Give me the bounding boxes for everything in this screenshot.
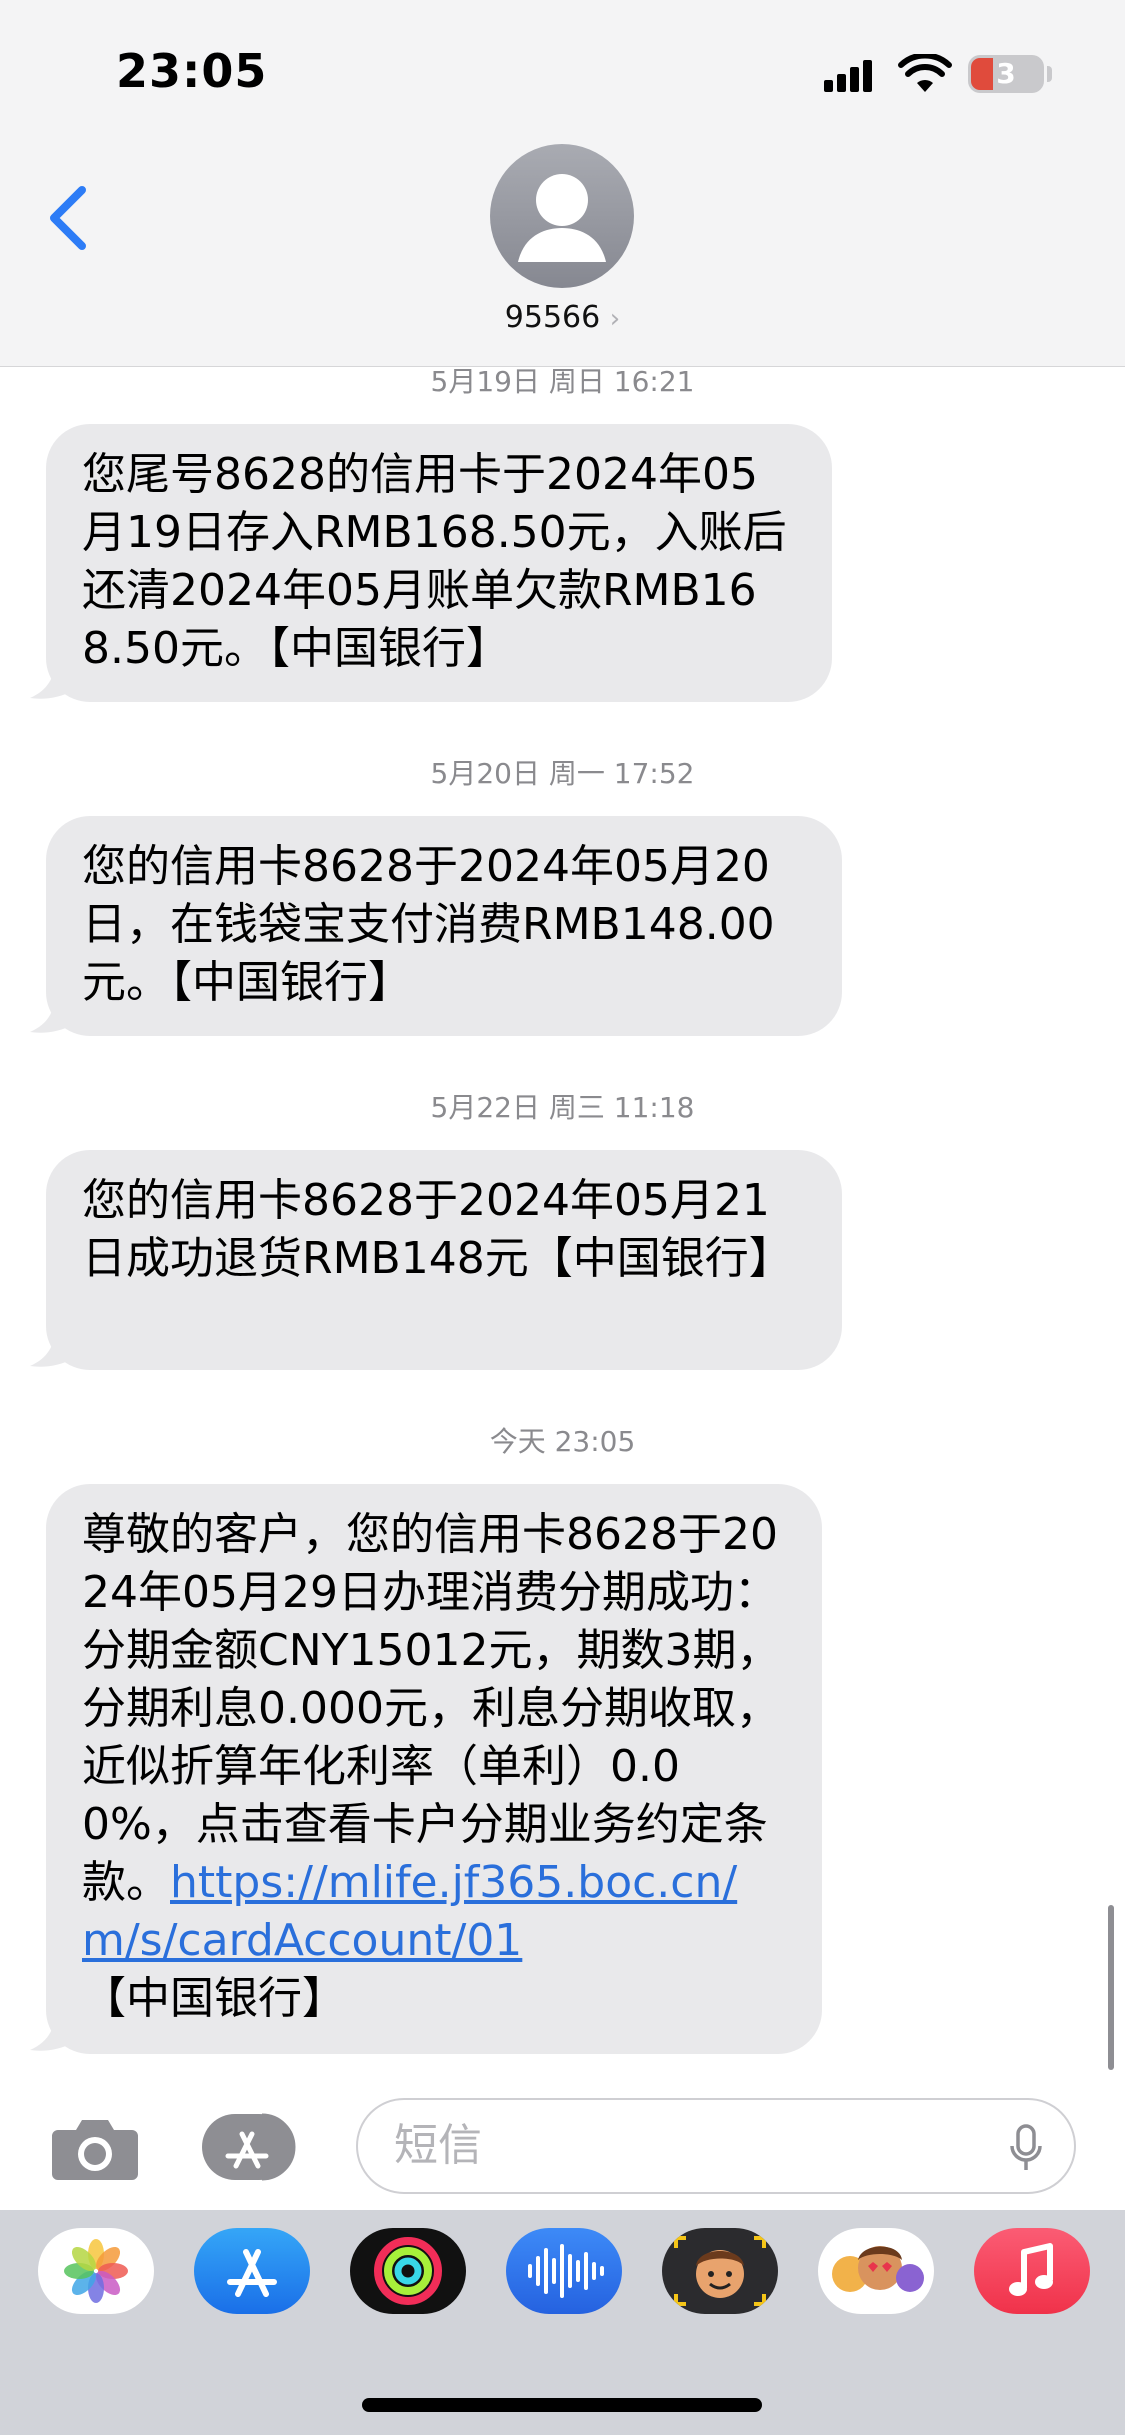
app-store-apps-icon[interactable]: [200, 2112, 306, 2182]
message-text: 您尾号8628的信用卡于2024年05月19日存入RMB168.50元，入账后还…: [82, 449, 787, 674]
person-icon: [518, 174, 606, 262]
conversation-header: 23:05 3 95566 ›: [0, 0, 1125, 367]
timestamp-time: 23:05: [554, 1425, 636, 1458]
home-indicator[interactable]: [362, 2398, 762, 2412]
fitness-icon[interactable]: [350, 2228, 466, 2314]
status-time: 23:05: [116, 44, 268, 98]
microphone-icon[interactable]: [1008, 2124, 1044, 2172]
battery-level: 3: [996, 57, 1016, 90]
message-text: 尊敬的客户，您的信用卡8628于2024年05月29日办理消费分期成功：分期金额…: [82, 1509, 781, 1908]
message-bubble[interactable]: 您的信用卡8628于2024年05月21日成功退货RMB148元【中国银行】: [46, 1150, 842, 1370]
message-timestamp: 5月19日 周日 16:21: [0, 360, 1125, 400]
back-chevron-icon[interactable]: [40, 180, 100, 256]
message-text: 您的信用卡8628于2024年05月21日成功退货RMB148元【中国银行】: [82, 1175, 793, 1284]
timestamp-time: 16:21: [613, 365, 695, 398]
message-input[interactable]: 短信: [356, 2098, 1076, 2194]
scrollbar[interactable]: [1108, 1905, 1114, 2070]
wifi-icon: [898, 54, 952, 92]
contact-chevron-icon: ›: [609, 304, 621, 334]
message-bubble[interactable]: 您尾号8628的信用卡于2024年05月19日存入RMB168.50元，入账后还…: [46, 424, 832, 702]
cellular-signal-icon: [824, 60, 872, 92]
memoji-stickers-icon[interactable]: [818, 2228, 934, 2314]
battery-icon: 3: [968, 55, 1044, 93]
message-suffix: 【中国银行】: [82, 1973, 346, 2024]
timestamp-date: 5月22日 周三: [430, 1091, 605, 1124]
contact-avatar[interactable]: [490, 144, 634, 288]
message-text: 您的信用卡8628于2024年05月20日，在钱袋宝支付消费RMB148.00元…: [82, 841, 775, 1008]
contact-number[interactable]: 95566: [505, 300, 600, 335]
memoji-icon[interactable]: [662, 2228, 778, 2314]
message-bubble[interactable]: 尊敬的客户，您的信用卡8628于2024年05月29日办理消费分期成功：分期金额…: [46, 1484, 822, 2054]
message-link[interactable]: https://mlife.jf365.boc.cn/m/s/cardAccou…: [82, 1857, 737, 1966]
battery-tip: [1047, 66, 1052, 82]
timestamp-time: 11:18: [613, 1091, 695, 1124]
timestamp-date: 5月20日 周一: [430, 757, 605, 790]
camera-icon[interactable]: [50, 2112, 140, 2182]
music-icon[interactable]: [974, 2228, 1090, 2314]
message-timestamp: 今天 23:05: [0, 1420, 1125, 1460]
message-input-placeholder: 短信: [394, 2120, 482, 2171]
voice-memos-icon[interactable]: [506, 2228, 622, 2314]
message-timestamp: 5月20日 周一 17:52: [0, 752, 1125, 792]
contact-name[interactable]: 95566 ›: [0, 300, 1125, 335]
message-timestamp: 5月22日 周三 11:18: [0, 1086, 1125, 1126]
timestamp-date: 今天: [489, 1425, 546, 1458]
timestamp-time: 17:52: [613, 757, 695, 790]
message-bubble[interactable]: 您的信用卡8628于2024年05月20日，在钱袋宝支付消费RMB148.00元…: [46, 816, 842, 1036]
timestamp-date: 5月19日 周日: [430, 365, 605, 398]
photos-icon[interactable]: [38, 2228, 154, 2314]
app-store-icon[interactable]: [194, 2228, 310, 2314]
